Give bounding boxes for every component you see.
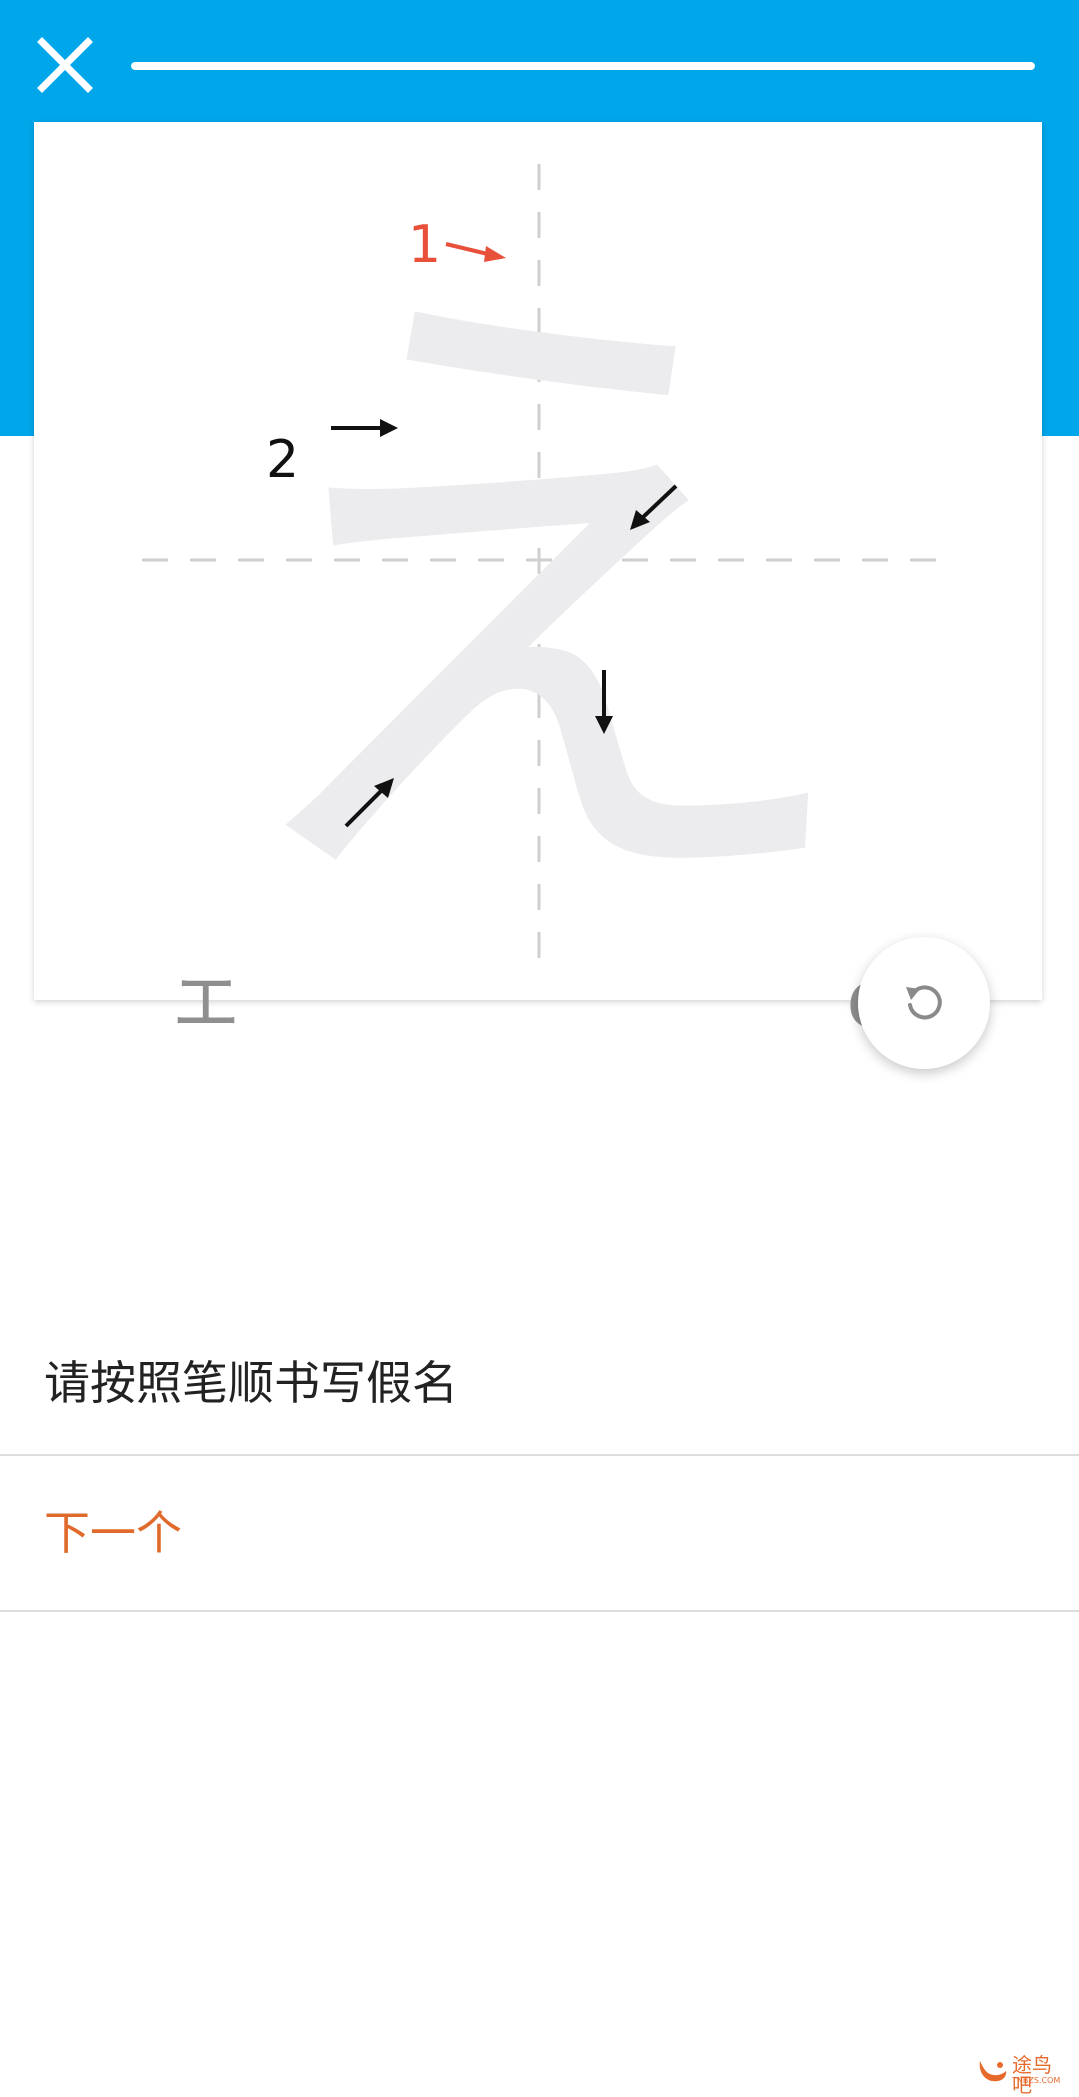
bird-logo-icon <box>979 2061 1007 2082</box>
writing-canvas[interactable]: え 1 2 <box>34 122 1042 1000</box>
close-icon <box>37 37 93 93</box>
instruction-text: 请按照笔顺书写假名 <box>44 1356 458 1410</box>
stroke-number-2: 2 <box>266 430 299 490</box>
katakana-hint: エ <box>172 964 241 1043</box>
progress-bar-fill <box>131 62 1035 70</box>
reset-button[interactable] <box>858 937 990 1069</box>
progress-bar <box>131 62 1035 70</box>
stroke-number-1: 1 <box>408 215 441 275</box>
next-button-label: 下一个 <box>44 1506 182 1560</box>
watermark-subtext: TNBZS.COM <box>1012 2076 1061 2085</box>
watermark-text: 途鸟吧 <box>1012 2053 1052 2097</box>
undo-icon <box>906 985 942 1020</box>
kana-trace-glyph: え <box>209 219 869 988</box>
kana-writing-card[interactable]: え 1 2 エ e <box>34 122 1042 1040</box>
watermark-logo: 途鸟吧 TNBZS.COM <box>976 2053 1066 2095</box>
next-button[interactable]: 下一个 <box>0 1456 1079 1610</box>
close-button[interactable] <box>28 28 102 102</box>
divider-bottom <box>0 1610 1079 1612</box>
